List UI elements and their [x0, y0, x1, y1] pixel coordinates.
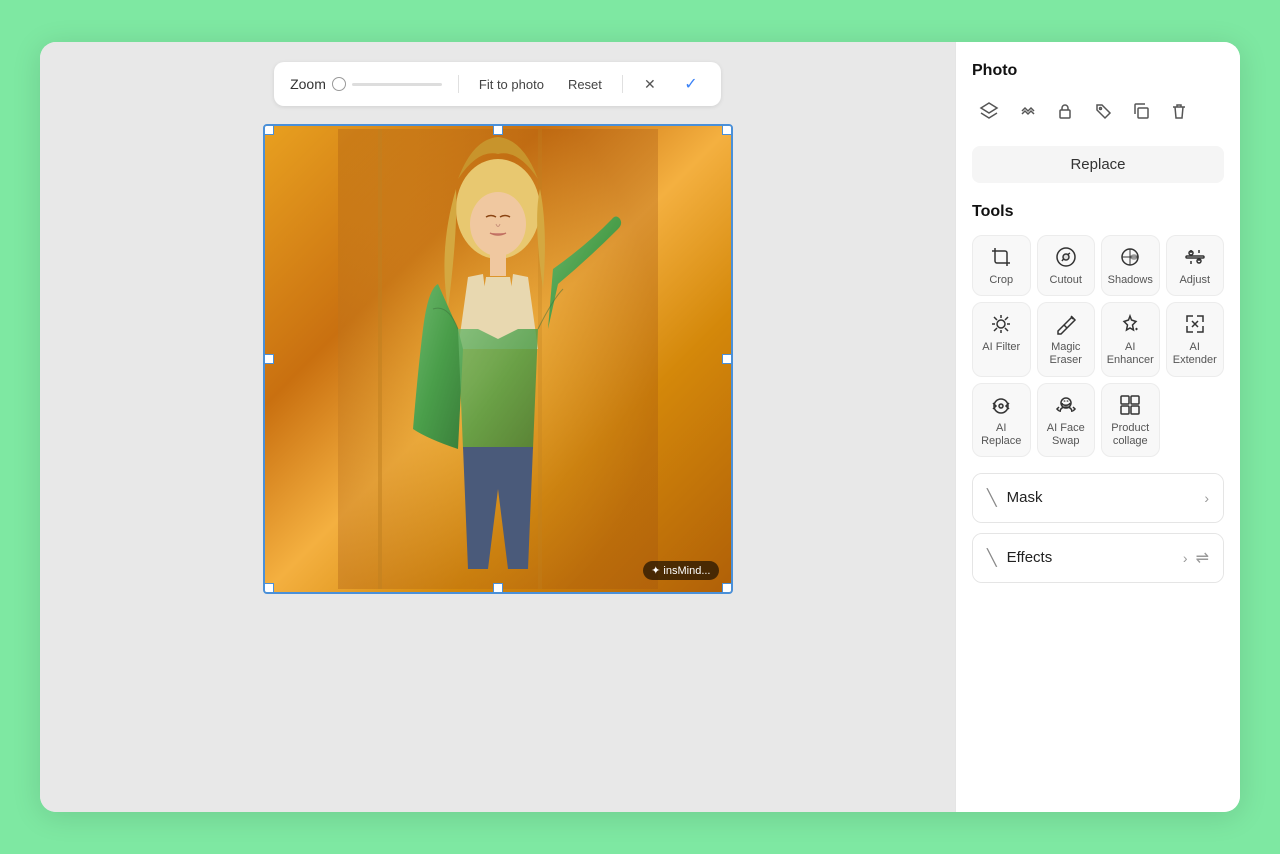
mask-section: ╲ Mask › [972, 473, 1224, 523]
ai-filter-label: AI Filter [982, 341, 1020, 354]
effects-icon: ╲ [987, 548, 997, 568]
ai-enhancer-icon [1119, 313, 1141, 335]
crop-handle-mid-right[interactable] [722, 354, 732, 364]
crop-label: Crop [989, 274, 1013, 287]
canvas-area: Zoom Fit to photo Reset ✕ ✓ [40, 42, 955, 812]
ai-enhancer-label: AI Enhancer [1106, 341, 1155, 367]
effects-right-controls: › ⇌ [1183, 548, 1209, 568]
tool-ai-face-swap[interactable]: AI Face Swap [1037, 383, 1096, 457]
crop-handle-mid-left[interactable] [264, 354, 274, 364]
tool-cutout[interactable]: Cutout [1037, 235, 1096, 296]
adjust-label: Adjust [1179, 274, 1210, 287]
zoom-slider[interactable] [352, 83, 442, 86]
zoom-text: Zoom [290, 76, 326, 92]
ai-filter-icon [990, 313, 1012, 335]
ai-replace-icon [990, 394, 1012, 416]
crop-icon [990, 246, 1012, 268]
crop-handle-top-right[interactable] [722, 125, 732, 135]
effects-header-left: ╲ Effects [987, 548, 1052, 568]
image-frame: ✦ insMind... [263, 124, 733, 594]
delete-button[interactable] [1162, 94, 1196, 128]
mask-chevron-icon: › [1204, 490, 1209, 506]
layers-button[interactable] [972, 94, 1006, 128]
model-svg [338, 129, 658, 589]
tool-magic-eraser[interactable]: Magic Eraser [1037, 302, 1096, 376]
effects-section: ╲ Effects › ⇌ [972, 533, 1224, 583]
crop-handle-top-left[interactable] [264, 125, 274, 135]
app-container: Zoom Fit to photo Reset ✕ ✓ [40, 42, 1240, 812]
product-collage-label: Product collage [1106, 422, 1155, 448]
tool-shadows[interactable]: Shadows [1101, 235, 1160, 296]
shadows-icon [1119, 246, 1141, 268]
tool-adjust[interactable]: Adjust [1166, 235, 1225, 296]
tool-ai-replace[interactable]: AI Replace [972, 383, 1031, 457]
copy-button[interactable] [1124, 94, 1158, 128]
lock-button[interactable] [1048, 94, 1082, 128]
crop-handle-bottom-left[interactable] [264, 583, 274, 593]
crop-handle-top-mid[interactable] [493, 125, 503, 135]
magic-eraser-label: Magic Eraser [1042, 341, 1091, 367]
close-button[interactable]: ✕ [639, 73, 661, 95]
tool-ai-extender[interactable]: AI Extender [1166, 302, 1225, 376]
zoom-toolbar: Zoom Fit to photo Reset ✕ ✓ [274, 62, 721, 106]
shadows-label: Shadows [1108, 274, 1153, 287]
effects-settings-icon[interactable]: ⇌ [1196, 548, 1209, 568]
ai-face-swap-icon [1055, 394, 1077, 416]
cutout-icon [1055, 246, 1077, 268]
right-panel: Photo [955, 42, 1240, 812]
toolbar-divider-1 [458, 75, 459, 93]
ai-face-swap-label: AI Face Swap [1042, 422, 1091, 448]
ai-extender-label: AI Extender [1171, 341, 1220, 367]
mask-label: Mask [1007, 489, 1043, 506]
effects-label: Effects [1007, 549, 1053, 566]
tools-section-title: Tools [972, 203, 1224, 221]
replace-button[interactable]: Replace [972, 146, 1224, 183]
adjust-icon [1184, 246, 1206, 268]
reset-button[interactable]: Reset [564, 75, 606, 94]
zoom-circle-icon [332, 77, 346, 91]
ai-extender-icon [1184, 313, 1206, 335]
fit-to-photo-button[interactable]: Fit to photo [475, 75, 548, 94]
magic-eraser-icon [1055, 313, 1077, 335]
confirm-button[interactable]: ✓ [677, 70, 705, 98]
product-collage-icon [1119, 394, 1141, 416]
cutout-label: Cutout [1050, 274, 1082, 287]
tool-ai-enhancer[interactable]: AI Enhancer [1101, 302, 1160, 376]
crop-handle-bottom-right[interactable] [722, 583, 732, 593]
tool-ai-filter[interactable]: AI Filter [972, 302, 1031, 376]
crop-handle-bottom-mid[interactable] [493, 583, 503, 593]
effects-chevron-icon: › [1183, 550, 1188, 566]
photo-section-title: Photo [972, 62, 1224, 80]
image-canvas [265, 126, 731, 592]
label-button[interactable] [1086, 94, 1120, 128]
tool-crop[interactable]: Crop [972, 235, 1031, 296]
animation-button[interactable] [1010, 94, 1044, 128]
mask-icon: ╲ [987, 488, 997, 508]
tools-grid: Crop Cutout [972, 235, 1224, 457]
photo-icon-toolbar [972, 94, 1224, 128]
toolbar-divider-2 [622, 75, 623, 93]
tool-product-collage[interactable]: Product collage [1101, 383, 1160, 457]
effects-section-header[interactable]: ╲ Effects › ⇌ [973, 534, 1223, 582]
zoom-label: Zoom [290, 76, 442, 92]
ai-replace-label: AI Replace [977, 422, 1026, 448]
watermark: ✦ insMind... [643, 561, 718, 580]
mask-header-left: ╲ Mask [987, 488, 1042, 508]
mask-section-header[interactable]: ╲ Mask › [973, 474, 1223, 522]
